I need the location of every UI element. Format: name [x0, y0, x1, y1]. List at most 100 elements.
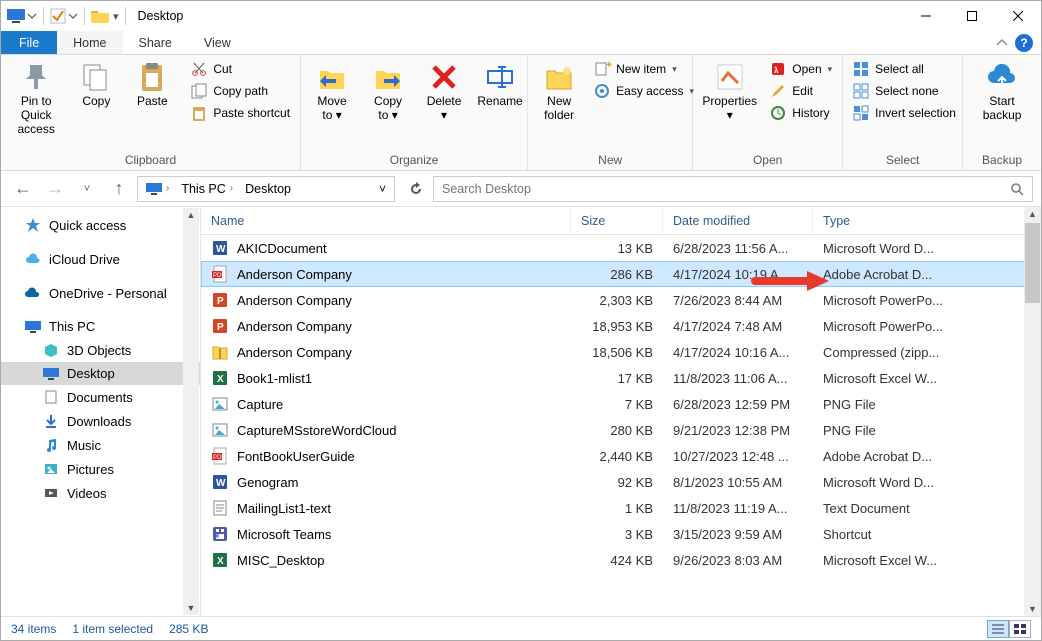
minimize-button[interactable] — [903, 1, 949, 31]
close-button[interactable] — [995, 1, 1041, 31]
rename-button[interactable]: Rename — [475, 59, 525, 111]
status-bar: 34 items 1 item selected 285 KB — [1, 616, 1041, 640]
checkbox-icon[interactable] — [50, 8, 66, 24]
vertical-scrollbar[interactable]: ▲ ▼ — [1024, 207, 1041, 616]
sidebar-icloud[interactable]: iCloud Drive — [1, 247, 200, 271]
cut-button[interactable]: Cut — [187, 59, 294, 79]
file-row[interactable]: Microsoft Teams3 KB3/15/2023 9:59 AMShor… — [201, 521, 1041, 547]
address-dropdown-icon[interactable]: ˅ — [373, 182, 392, 196]
column-size[interactable]: Size — [571, 207, 663, 234]
chevron-down-icon[interactable] — [68, 9, 78, 23]
search-input[interactable] — [442, 182, 1010, 196]
file-row[interactable]: PDFFontBookUserGuide2,440 KB10/27/2023 1… — [201, 443, 1041, 469]
tab-file[interactable]: File — [1, 31, 57, 54]
file-row[interactable]: Anderson Company18,506 KB4/17/2024 10:16… — [201, 339, 1041, 365]
sidebar-onedrive[interactable]: OneDrive - Personal — [1, 281, 200, 305]
pin-quick-access-button[interactable]: Pin to Quick access — [7, 59, 65, 138]
quick-access-toolbar: ▾ — [7, 7, 130, 25]
paste-button[interactable]: Paste — [127, 59, 177, 111]
file-row[interactable]: PAnderson Company2,303 KB7/26/2023 8:44 … — [201, 287, 1041, 313]
sidebar-3d-objects[interactable]: 3D Objects — [1, 338, 200, 362]
copy-button[interactable]: Copy — [71, 59, 121, 111]
new-folder-icon — [543, 61, 575, 93]
maximize-button[interactable] — [949, 1, 995, 31]
properties-icon — [714, 61, 746, 93]
properties-button[interactable]: Properties ▾ — [699, 59, 760, 125]
open-button[interactable]: λ Open▾ — [766, 59, 836, 79]
file-row[interactable]: XBook1-mlist117 KB11/8/2023 11:06 A...Mi… — [201, 365, 1041, 391]
edit-button[interactable]: Edit — [766, 81, 836, 101]
file-row[interactable]: MailingList1-text1 KB11/8/2023 11:19 A..… — [201, 495, 1041, 521]
file-list: Name Size Date modified Type WAKICDocume… — [201, 207, 1041, 616]
collapse-ribbon-icon[interactable] — [995, 36, 1009, 50]
select-all-button[interactable]: Select all — [849, 59, 960, 79]
sidebar-desktop[interactable]: Desktop — [1, 362, 200, 385]
new-item-button[interactable]: ✦ New item▾ — [590, 59, 698, 79]
file-date-cell: 11/8/2023 11:06 A... — [663, 371, 813, 386]
sidebar-pictures[interactable]: Pictures — [1, 457, 200, 481]
new-folder-button[interactable]: New folder — [534, 59, 584, 125]
monitor-icon — [7, 9, 25, 23]
file-row[interactable]: Capture7 KB6/28/2023 12:59 PMPNG File — [201, 391, 1041, 417]
sidebar-quick-access[interactable]: Quick access — [1, 213, 200, 237]
view-details-button[interactable] — [987, 620, 1009, 638]
search-box[interactable] — [433, 176, 1033, 202]
navigation-bar: ← → ˅ ↑ › This PC› Desktop ˅ — [1, 171, 1041, 207]
file-size-cell: 280 KB — [571, 423, 663, 438]
sidebar-downloads[interactable]: Downloads — [1, 409, 200, 433]
start-backup-button[interactable]: Start backup — [969, 59, 1035, 125]
recent-locations-button[interactable]: ˅ — [73, 175, 101, 203]
tab-view[interactable]: View — [188, 31, 247, 54]
sidebar-documents[interactable]: Documents — [1, 385, 200, 409]
tab-share[interactable]: Share — [123, 31, 188, 54]
file-name-cell: Microsoft Teams — [201, 525, 571, 543]
sidebar-videos[interactable]: Videos — [1, 481, 200, 505]
column-date[interactable]: Date modified — [663, 207, 813, 234]
help-button[interactable]: ? — [1015, 34, 1033, 52]
file-row[interactable]: CaptureMSstoreWordCloud280 KB9/21/2023 1… — [201, 417, 1041, 443]
file-name-cell: Anderson Company — [201, 343, 571, 361]
status-selected-count: 1 item selected — [72, 622, 153, 636]
file-row[interactable]: PAnderson Company18,953 KB4/17/2024 7:48… — [201, 313, 1041, 339]
forward-button[interactable]: → — [41, 175, 69, 203]
delete-button[interactable]: Delete ▾ — [419, 59, 469, 125]
chevron-down-icon[interactable] — [27, 9, 37, 23]
view-thumbnails-button[interactable] — [1009, 620, 1031, 638]
sidebar-music[interactable]: Music — [1, 433, 200, 457]
copy-path-button[interactable]: Copy path — [187, 81, 294, 101]
file-row[interactable]: WGenogram92 KB8/1/2023 10:55 AMMicrosoft… — [201, 469, 1041, 495]
move-to-icon — [316, 61, 348, 93]
history-button[interactable]: History — [766, 103, 836, 123]
file-row[interactable]: WAKICDocument13 KB6/28/2023 11:56 A...Mi… — [201, 235, 1041, 261]
easy-access-icon — [594, 83, 610, 99]
paste-shortcut-button[interactable]: Paste shortcut — [187, 103, 294, 123]
file-name-cell: XMISC_Desktop — [201, 551, 571, 569]
easy-access-button[interactable]: Easy access▾ — [590, 81, 698, 101]
folder-icon — [91, 9, 109, 23]
address-bar[interactable]: › This PC› Desktop ˅ — [137, 176, 395, 202]
column-headers: Name Size Date modified Type — [201, 207, 1041, 235]
move-to-button[interactable]: Move to ▾ — [307, 59, 357, 125]
file-type-cell: Microsoft Excel W... — [813, 553, 1041, 568]
overflow-indicator[interactable]: ▾ — [113, 10, 119, 23]
up-button[interactable]: ↑ — [105, 175, 133, 203]
crumb-this-pc[interactable]: This PC› — [175, 182, 239, 196]
invert-selection-button[interactable]: Invert selection — [849, 103, 960, 123]
select-none-icon — [853, 83, 869, 99]
copy-to-button[interactable]: Copy to ▾ — [363, 59, 413, 125]
group-label-select: Select — [849, 153, 956, 170]
column-name[interactable]: Name — [201, 207, 571, 234]
select-none-button[interactable]: Select none — [849, 81, 960, 101]
svg-text:λ: λ — [774, 66, 779, 75]
refresh-button[interactable] — [403, 176, 429, 202]
tab-home[interactable]: Home — [57, 31, 122, 54]
column-type[interactable]: Type — [813, 207, 1041, 234]
back-button[interactable]: ← — [9, 175, 37, 203]
svg-text:X: X — [217, 556, 224, 567]
crumb-desktop[interactable]: Desktop — [239, 182, 297, 196]
file-row[interactable]: PDFAnderson Company286 KB4/17/2024 10:19… — [201, 261, 1041, 287]
window-title: Desktop — [138, 9, 184, 23]
sidebar-this-pc[interactable]: This PC — [1, 315, 200, 338]
file-row[interactable]: XMISC_Desktop424 KB9/26/2023 8:03 AMMicr… — [201, 547, 1041, 573]
nav-scrollbar[interactable]: ▲▼ — [183, 208, 199, 615]
